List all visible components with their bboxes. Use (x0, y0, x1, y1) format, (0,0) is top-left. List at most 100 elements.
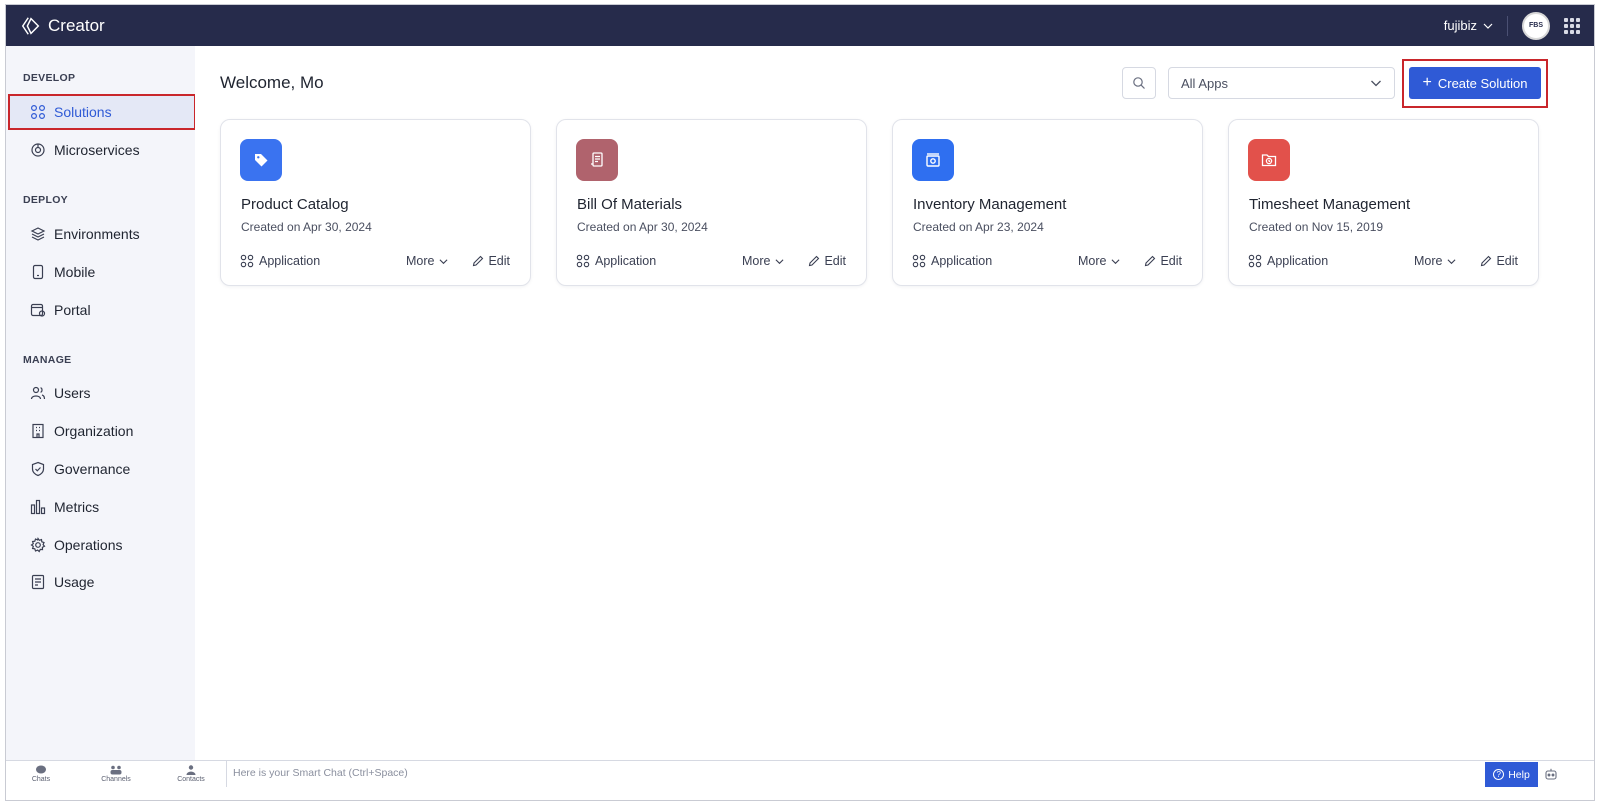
more-label: More (1413, 254, 1443, 268)
sidebar-item-label: Environments (54, 226, 140, 242)
tab-chats[interactable]: Chats (11, 765, 71, 783)
edit-label: Edit (1160, 254, 1182, 268)
sidebar-item-label: Mobile (54, 264, 96, 280)
avatar[interactable]: FBS (1522, 11, 1550, 40)
card-created-date: Created on Apr 23, 2024 (913, 220, 1044, 234)
app-name: Creator (48, 15, 105, 35)
edit-button[interactable]: Edit (1480, 254, 1518, 268)
sidebar-item-microservices[interactable]: Microservices (9, 133, 195, 167)
more-menu-button[interactable]: More (406, 254, 448, 268)
more-label: More (405, 254, 435, 268)
org-switcher[interactable]: fujibiz (1444, 18, 1493, 33)
sidebar-item-portal[interactable]: Portal (9, 293, 195, 327)
card-title[interactable]: Bill Of Materials (577, 196, 682, 213)
solution-card[interactable]: Timesheet Management Created on Nov 15, … (1228, 119, 1539, 286)
mobile-icon (32, 264, 44, 280)
sidebar-item-usage[interactable]: Usage (9, 565, 195, 599)
sidebar-item-label: Governance (54, 461, 131, 477)
sidebar-item-metrics[interactable]: Metrics (9, 490, 195, 524)
sidebar-item-mobile[interactable]: Mobile (9, 255, 195, 289)
clock-folder-icon (1248, 139, 1290, 181)
sidebar-item-environments[interactable]: Environments (9, 217, 195, 251)
pencil-icon (473, 255, 484, 267)
card-footer: Application More Edit (240, 252, 510, 270)
edit-label: Edit (1496, 254, 1518, 268)
chevron-down-icon (1483, 23, 1493, 29)
more-label: More (1077, 254, 1107, 268)
smart-chat-bar: Chats Channels Contacts Here is your Sma… (6, 760, 1594, 800)
sidebar-item-label: Organization (54, 423, 134, 439)
card-type-label: Application (931, 254, 993, 268)
chevron-down-icon (775, 258, 784, 264)
tab-label: Contacts (177, 776, 205, 783)
help-button[interactable]: ? Help (1485, 762, 1538, 787)
gear-icon (30, 537, 46, 553)
edit-button[interactable]: Edit (1144, 254, 1182, 268)
search-button[interactable] (1122, 67, 1156, 99)
card-footer: Application More Edit (576, 252, 846, 270)
microservices-icon (31, 143, 45, 157)
card-type: Application (240, 254, 320, 268)
tag-icon (240, 139, 282, 181)
card-type-label: Application (259, 254, 321, 268)
edit-button[interactable]: Edit (472, 254, 510, 268)
chevron-down-icon (1371, 80, 1381, 87)
sidebar-item-operations[interactable]: Operations (9, 528, 195, 562)
create-solution-highlight: + Create Solution (1402, 59, 1548, 108)
card-type: Application (576, 254, 656, 268)
contact-icon (186, 765, 196, 775)
smart-chat-input[interactable]: Here is your Smart Chat (Ctrl+Space) (233, 767, 408, 779)
edit-button[interactable]: Edit (808, 254, 846, 268)
create-solution-label: Create Solution (1437, 75, 1528, 91)
app-filter-select[interactable]: All Apps (1168, 67, 1395, 99)
card-title[interactable]: Product Catalog (241, 196, 349, 213)
more-label: More (741, 254, 771, 268)
more-menu-button[interactable]: More (1078, 254, 1120, 268)
solution-card[interactable]: Inventory Management Created on Apr 23, … (892, 119, 1203, 286)
card-title[interactable]: Timesheet Management (1249, 196, 1410, 213)
sidebar-item-solutions[interactable]: Solutions (8, 94, 196, 130)
solution-card[interactable]: Bill Of Materials Created on Apr 30, 202… (556, 119, 867, 286)
tab-channels[interactable]: Channels (86, 765, 146, 783)
application-icon (912, 254, 926, 268)
sidebar-item-label: Metrics (54, 499, 100, 515)
app-filter-value: All Apps (1181, 75, 1228, 91)
sidebar-item-users[interactable]: Users (9, 376, 195, 410)
application-icon (240, 254, 254, 268)
sidebar-item-label: Operations (54, 537, 123, 553)
card-created-date: Created on Apr 30, 2024 (577, 220, 708, 234)
avatar-text: FBS (1529, 22, 1543, 29)
chevron-down-icon (1447, 258, 1456, 264)
tab-label: Chats (31, 776, 51, 783)
sidebar-item-label: Solutions (54, 104, 112, 120)
app-launcher-icon[interactable] (1564, 17, 1580, 34)
chat-bubble-icon (36, 765, 46, 774)
org-name: fujibiz (1443, 18, 1477, 33)
receipt-icon (31, 574, 45, 590)
sidebar-item-governance[interactable]: Governance (9, 452, 195, 486)
creator-logo-icon (21, 16, 40, 35)
card-type: Application (912, 254, 992, 268)
more-menu-button[interactable]: More (742, 254, 784, 268)
tab-label: Channels (101, 776, 131, 783)
edit-label: Edit (824, 254, 846, 268)
sidebar-item-label: Microservices (54, 142, 140, 158)
edit-label: Edit (488, 254, 510, 268)
top-bar: Creator fujibiz FBS (6, 5, 1594, 46)
pencil-icon (809, 255, 820, 267)
card-title[interactable]: Inventory Management (913, 196, 1066, 213)
sidebar-item-label: Users (54, 385, 91, 401)
sidebar: DEVELOP Solutions Microservices DEPLOY E… (6, 46, 196, 760)
bot-icon[interactable] (1544, 767, 1558, 781)
sidebar-item-organization[interactable]: Organization (9, 414, 195, 448)
tab-contacts[interactable]: Contacts (161, 765, 221, 783)
main-content: Welcome, Mo All Apps + Create Solution P… (195, 46, 1594, 760)
card-type-label: Application (595, 254, 657, 268)
create-solution-button[interactable]: + Create Solution (1409, 67, 1541, 99)
more-menu-button[interactable]: More (1414, 254, 1456, 268)
solution-card[interactable]: Product Catalog Created on Apr 30, 2024 … (220, 119, 531, 286)
brand[interactable]: Creator (20, 15, 105, 37)
box-icon (912, 139, 954, 181)
building-icon (32, 423, 44, 439)
sidebar-item-label: Portal (54, 302, 91, 318)
